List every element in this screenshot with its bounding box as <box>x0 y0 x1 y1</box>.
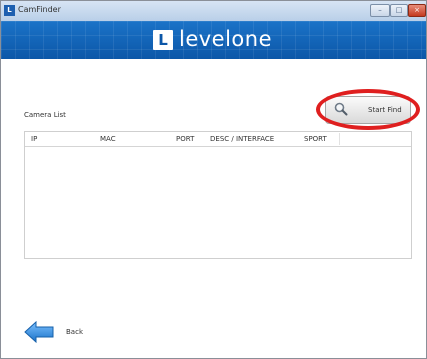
start-find-label: Start Find <box>368 106 402 114</box>
column-port: PORT <box>176 135 195 143</box>
brand-banner: L levelone <box>1 21 426 59</box>
table-header: IP MAC PORT DESC / INTERFACE SPORT <box>25 132 411 147</box>
arrow-left-icon <box>24 321 54 343</box>
back-button[interactable]: Back <box>24 319 84 343</box>
maximize-icon: □ <box>395 6 403 14</box>
camera-list-label: Camera List <box>24 111 66 119</box>
camfinder-window: L CamFinder – □ × L levelone Camera List… <box>0 0 427 359</box>
column-divider <box>339 133 340 145</box>
back-label: Back <box>66 328 83 336</box>
magnifier-icon <box>334 102 348 116</box>
brand-logo-text: levelone <box>179 27 273 51</box>
levelone-logo-icon: L <box>153 30 173 50</box>
window-title: CamFinder <box>18 5 61 14</box>
close-button[interactable]: × <box>408 4 426 17</box>
close-icon: × <box>414 6 420 14</box>
camera-table[interactable]: IP MAC PORT DESC / INTERFACE SPORT <box>24 131 412 259</box>
app-icon: L <box>4 5 15 16</box>
titlebar: L CamFinder – □ × <box>1 1 426 22</box>
minimize-icon: – <box>378 6 382 14</box>
column-desc-interface: DESC / INTERFACE <box>210 135 275 143</box>
column-sport: SPORT <box>304 135 327 143</box>
maximize-button[interactable]: □ <box>390 4 408 17</box>
column-mac: MAC <box>100 135 116 143</box>
start-find-button[interactable]: Start Find <box>325 96 411 124</box>
minimize-button[interactable]: – <box>370 4 390 17</box>
column-ip: IP <box>31 135 38 143</box>
